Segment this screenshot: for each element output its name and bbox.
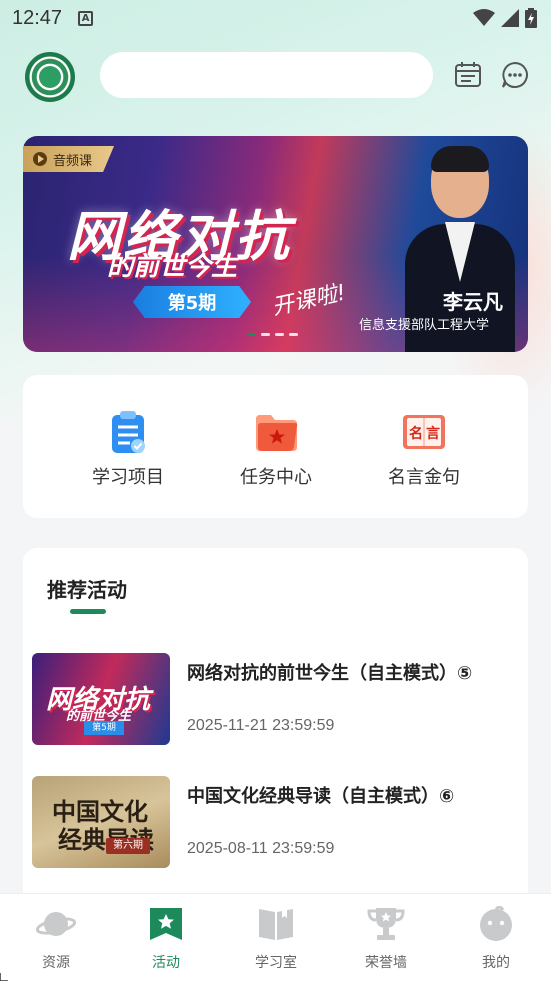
activity-thumbnail: 网络对抗 的前世今生 第5期 <box>32 653 170 745</box>
search-input[interactable] <box>100 52 433 98</box>
quick-item-label: 名言金句 <box>388 467 460 488</box>
organization-logo[interactable] <box>25 52 75 102</box>
section-title: 推荐活动 <box>47 578 127 602</box>
quote-book-icon: 名言 <box>401 409 447 455</box>
speaker-organization: 信息支援部队工程大学 <box>359 318 490 333</box>
status-time: 12:47 <box>12 6 63 29</box>
activity-thumbnail: 中国文化 经典导读 第六期 <box>32 776 170 868</box>
carousel-dot[interactable] <box>289 333 298 336</box>
tab-resources[interactable]: 资源 <box>16 906 96 972</box>
signal-icon <box>501 9 519 27</box>
clipboard-icon <box>105 409 151 455</box>
calendar-icon[interactable] <box>453 60 483 90</box>
book-icon <box>256 906 296 942</box>
activity-title: 中国文化经典导读（自主模式）⑥ <box>187 786 455 807</box>
banner-tag: 音频课 <box>23 146 115 172</box>
profile-face-icon <box>476 905 516 942</box>
speaker-name: 李云凡 <box>443 290 503 314</box>
thumbnail-badge: 第5期 <box>84 721 124 735</box>
activity-deadline: 2025-08-11 23:59:59 <box>187 840 335 857</box>
header <box>0 48 551 104</box>
tab-study-room[interactable]: 学习室 <box>236 906 316 972</box>
promo-banner[interactable]: 音频课 网络对抗 的前世今生 第5期 开课啦! 李云凡 信息支援部队工程大学 <box>23 136 528 352</box>
message-icon[interactable] <box>500 60 530 90</box>
tab-honor-wall[interactable]: 荣誉墙 <box>346 906 426 972</box>
carousel-dot[interactable] <box>275 333 284 336</box>
thumbnail-badge: 第六期 <box>106 838 150 854</box>
trophy-icon <box>366 906 406 942</box>
activity-title: 网络对抗的前世今生（自主模式）⑤ <box>187 663 473 684</box>
quick-item-study-project[interactable]: 学习项目 <box>73 409 183 489</box>
activity-item[interactable]: 中国文化 经典导读 第六期 中国文化经典导读（自主模式）⑥ 2025-08-11… <box>32 776 522 868</box>
tab-label: 资源 <box>42 955 70 971</box>
svg-text:言: 言 <box>426 425 440 442</box>
tab-activities[interactable]: 活动 <box>126 906 206 972</box>
svg-text:名: 名 <box>409 425 423 442</box>
activity-deadline: 2025-11-21 23:59:59 <box>187 717 335 734</box>
corner-indicator-icon <box>0 973 8 981</box>
status-bar: 12:47 A <box>0 0 551 36</box>
tab-label: 荣誉墙 <box>365 955 407 971</box>
wifi-icon <box>473 9 495 26</box>
tab-label: 我的 <box>482 955 510 971</box>
recommended-activities: 推荐活动 网络对抗 的前世今生 第5期 网络对抗的前世今生（自主模式）⑤ 202… <box>23 548 528 908</box>
bottom-tab-bar: 资源 活动 学习室 荣誉墙 我的 <box>0 893 551 981</box>
tab-label: 活动 <box>152 955 180 971</box>
banner-issue-badge: 第5期 <box>133 286 251 318</box>
quick-menu: 学习项目 任务中心 名言 名言金句 <box>23 375 528 518</box>
activity-item[interactable]: 网络对抗 的前世今生 第5期 网络对抗的前世今生（自主模式）⑤ 2025-11-… <box>32 653 522 745</box>
carousel-indicator <box>247 333 298 336</box>
carousel-dot[interactable] <box>247 333 256 336</box>
section-title-underline <box>70 609 106 614</box>
battery-icon <box>525 8 537 28</box>
notification-icon: A <box>78 10 94 26</box>
quick-item-label: 任务中心 <box>240 467 312 488</box>
planet-icon <box>35 906 77 942</box>
star-folder-icon <box>253 409 299 455</box>
tab-label: 学习室 <box>255 955 297 971</box>
quick-item-task-center[interactable]: 任务中心 <box>221 409 331 489</box>
carousel-dot[interactable] <box>261 333 270 336</box>
quick-item-famous-quotes[interactable]: 名言 名言金句 <box>369 409 479 489</box>
quick-item-label: 学习项目 <box>92 467 164 488</box>
tab-me[interactable]: 我的 <box>456 905 536 972</box>
play-icon <box>33 152 47 166</box>
star-bookmark-icon <box>146 906 186 942</box>
status-icons <box>473 8 537 28</box>
banner-tag-label: 音频课 <box>53 153 93 169</box>
banner-subtitle: 的前世今生 <box>107 252 238 282</box>
